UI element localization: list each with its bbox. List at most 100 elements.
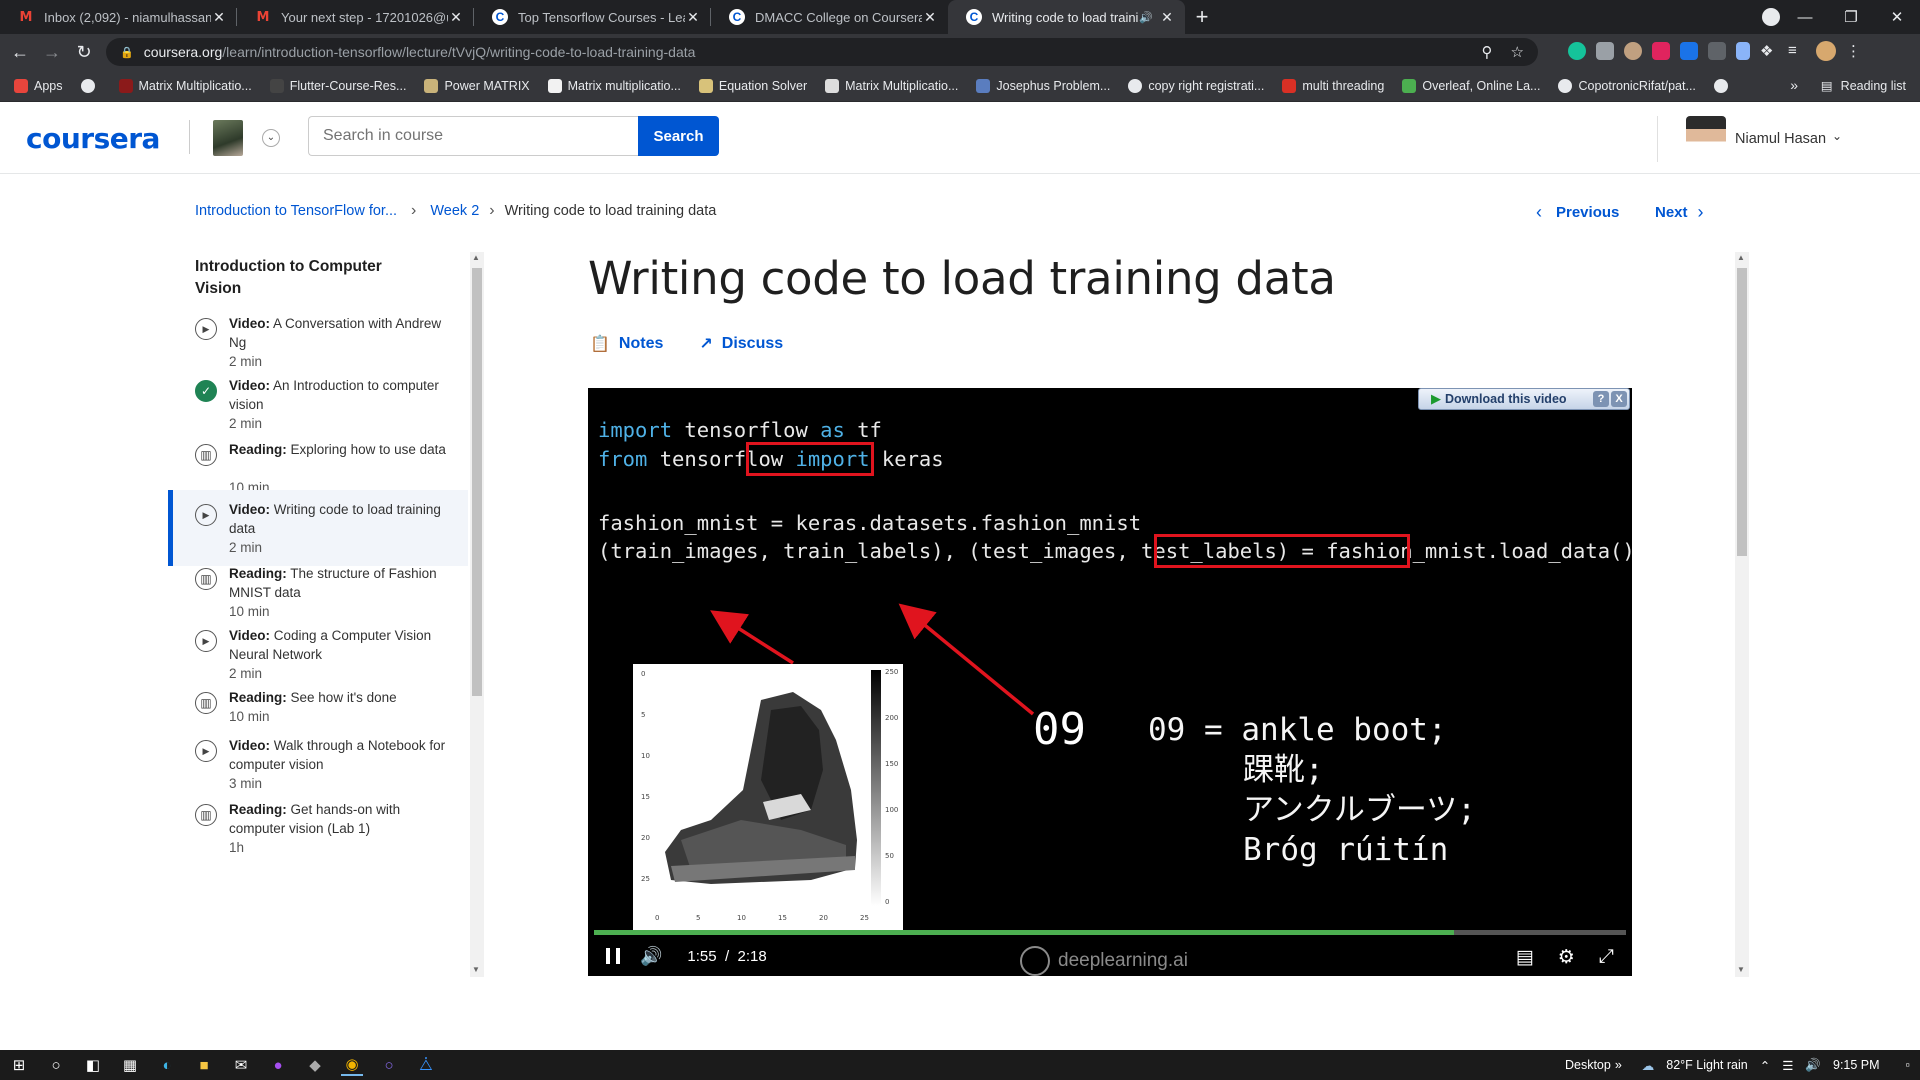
bookmark-item[interactable]: Matrix Multiplicatio... xyxy=(118,78,252,93)
messenger-icon[interactable]: ● xyxy=(267,1054,289,1076)
restore-icon[interactable]: ❐ xyxy=(1828,8,1874,26)
game-icon[interactable]: ◆ xyxy=(304,1054,326,1076)
new-tab-icon[interactable]: + xyxy=(1185,0,1219,34)
weather-text[interactable]: 82°F Light rain xyxy=(1666,1058,1747,1072)
puzzle-icon[interactable]: ❖ xyxy=(1760,42,1778,60)
media-icon[interactable]: ≡ xyxy=(1788,42,1806,60)
content-scrollbar-thumb[interactable] xyxy=(1737,268,1747,556)
pen-extension-icon[interactable] xyxy=(1736,42,1750,60)
address-bar[interactable]: 🔒 coursera.org/learn/introduction-tensor… xyxy=(106,38,1538,66)
bookmark-star-icon[interactable]: ☆ xyxy=(1511,43,1524,61)
bookmarks-more-icon[interactable]: » xyxy=(1790,77,1798,93)
screen-extension-icon[interactable] xyxy=(1708,42,1726,60)
notes-button[interactable]: 📋 Notes xyxy=(590,334,663,354)
camera-extension-icon[interactable] xyxy=(1596,42,1614,60)
speaker-icon[interactable]: 🔊 xyxy=(1805,1058,1821,1073)
browser-tab[interactable]: M Your next step - 17201026@uap-✕ xyxy=(237,0,474,34)
chrome-taskbar-icon[interactable]: ◉ xyxy=(341,1054,363,1076)
pause-icon[interactable] xyxy=(606,948,620,964)
tab-audio-icon[interactable]: 🔊 xyxy=(1139,11,1153,24)
notifications-icon[interactable]: ▫ xyxy=(1906,1058,1910,1072)
bookmark-item[interactable] xyxy=(80,78,101,93)
browser-tab[interactable]: C Writing code to load training 🔊 ✕ xyxy=(948,0,1185,34)
profile-avatar-icon[interactable] xyxy=(1816,41,1836,61)
menu-dots-icon[interactable]: ⋮ xyxy=(1846,42,1864,60)
subtitles-icon[interactable]: ▤ xyxy=(1516,946,1534,969)
bookmark-item[interactable]: Apps xyxy=(14,78,63,93)
network-icon[interactable]: ☰ xyxy=(1782,1058,1793,1073)
close-tab-icon[interactable]: ✕ xyxy=(211,9,227,26)
previous-link[interactable]: ‹ Previous xyxy=(1536,202,1619,223)
close-tab-icon[interactable]: ✕ xyxy=(685,9,701,26)
next-link[interactable]: Next › xyxy=(1655,202,1704,223)
search-circle-icon[interactable]: ○ xyxy=(45,1054,67,1076)
terminal-icon[interactable]: ▦ xyxy=(119,1054,141,1076)
sidebar-scrollbar-thumb[interactable] xyxy=(472,268,482,696)
bookmark-item[interactable]: Matrix multiplicatio... xyxy=(547,78,681,93)
course-thumbnail[interactable] xyxy=(213,120,243,156)
clock-time[interactable]: 9:15 PM xyxy=(1833,1058,1880,1072)
bookmark-item[interactable]: Equation Solver xyxy=(698,78,807,93)
bookmark-item[interactable]: Matrix Multiplicatio... xyxy=(825,78,958,93)
vscode-icon[interactable]: ⧊ xyxy=(415,1054,437,1076)
bookmark-item[interactable] xyxy=(1713,78,1734,93)
close-tab-icon[interactable]: ✕ xyxy=(922,9,938,26)
desktop-more-icon[interactable]: » xyxy=(1615,1058,1622,1072)
edge-icon[interactable]: ◐ xyxy=(156,1054,178,1076)
content-scroll-down-icon[interactable]: ▼ xyxy=(1737,965,1745,974)
scroll-up-arrow-icon[interactable]: ▲ xyxy=(472,253,480,262)
volume-icon[interactable]: 🔊 xyxy=(640,946,662,967)
bookmark-item[interactable]: Power MATRIX xyxy=(424,78,530,93)
bars-extension-icon[interactable] xyxy=(1652,42,1670,60)
lock-icon[interactable]: 🔒 xyxy=(120,46,134,59)
search-button[interactable]: Search xyxy=(638,116,719,156)
coursera-logo[interactable]: coursera xyxy=(26,122,160,155)
browser-tab[interactable]: C DMACC College on Coursera | Co✕ xyxy=(711,0,948,34)
browser-tab[interactable]: C Top Tensorflow Courses - Learn T✕ xyxy=(474,0,711,34)
desktop-label[interactable]: Desktop xyxy=(1565,1058,1611,1072)
close-tab-icon[interactable]: ✕ xyxy=(1159,9,1175,26)
sidebar-item[interactable]: ▶ Video: Writing code to load training da… xyxy=(168,490,468,566)
course-switcher-chevron-icon[interactable]: ⌄ xyxy=(262,129,280,147)
minimize-icon[interactable]: — xyxy=(1782,9,1828,26)
task-view-icon[interactable]: ◧ xyxy=(82,1054,104,1076)
sidebar-item[interactable]: ▥ Reading: Get hands-on with computer vis… xyxy=(168,800,468,876)
breadcrumb-course-link[interactable]: Introduction to TensorFlow for... xyxy=(195,203,397,219)
bookmark-item[interactable]: Flutter-Course-Res... xyxy=(269,78,406,93)
close-window-icon[interactable]: ✕ xyxy=(1874,8,1920,26)
user-menu-chevron-icon[interactable]: ⌄ xyxy=(1832,129,1842,143)
close-tab-icon[interactable]: ✕ xyxy=(448,9,464,26)
weather-cloud-icon[interactable]: ☁ xyxy=(1642,1058,1655,1073)
app-circle-icon[interactable]: ○ xyxy=(378,1054,400,1076)
chrome-profile-icon[interactable] xyxy=(1762,8,1780,26)
zoom-icon[interactable]: ⚲ xyxy=(1482,43,1493,61)
bookmark-item[interactable]: Josephus Problem... xyxy=(976,78,1110,93)
video-progress-bar[interactable] xyxy=(594,930,1626,935)
bookmark-item[interactable]: copy right registrati... xyxy=(1128,78,1264,93)
file-explorer-icon[interactable]: ■ xyxy=(193,1054,215,1076)
scroll-down-arrow-icon[interactable]: ▼ xyxy=(472,965,480,974)
mail-icon[interactable]: ✉ xyxy=(230,1054,252,1076)
bookmark-item[interactable]: Overleaf, Online La... xyxy=(1402,78,1540,93)
cookie-extension-icon[interactable] xyxy=(1624,42,1642,60)
course-search-input[interactable] xyxy=(308,116,638,156)
forward-icon[interactable]: → xyxy=(40,40,64,64)
grammarly-extension-icon[interactable] xyxy=(1568,42,1586,60)
reload-icon[interactable]: ↻ xyxy=(72,40,96,64)
windows-start-icon[interactable]: ⊞ xyxy=(8,1054,30,1076)
browser-tab[interactable]: M Inbox (2,092) - niamulhassan64@✕ xyxy=(0,0,237,34)
video-player[interactable]: ▶ Download this video ? X import tensorf… xyxy=(588,388,1632,976)
back-icon[interactable]: ← xyxy=(8,40,32,64)
breadcrumb-week-link[interactable]: Week 2 xyxy=(430,203,479,219)
content-scroll-up-icon[interactable]: ▲ xyxy=(1737,253,1745,262)
user-avatar[interactable] xyxy=(1686,116,1726,162)
tray-chevron-icon[interactable]: ⌃ xyxy=(1760,1058,1770,1073)
fullscreen-icon[interactable]: ⤢ xyxy=(1599,946,1614,969)
bookmark-item[interactable]: multi threading xyxy=(1282,78,1384,93)
discuss-button[interactable]: ↗ Discuss xyxy=(699,334,783,354)
user-name[interactable]: Niamul Hasan xyxy=(1735,131,1826,147)
settings-gear-icon[interactable]: ⚙ xyxy=(1558,946,1575,969)
download-extension-icon[interactable] xyxy=(1680,42,1698,60)
reading-list-button[interactable]: ▤ Reading list xyxy=(1821,78,1906,94)
bookmark-item[interactable]: CopotronicRifat/pat... xyxy=(1558,78,1696,93)
